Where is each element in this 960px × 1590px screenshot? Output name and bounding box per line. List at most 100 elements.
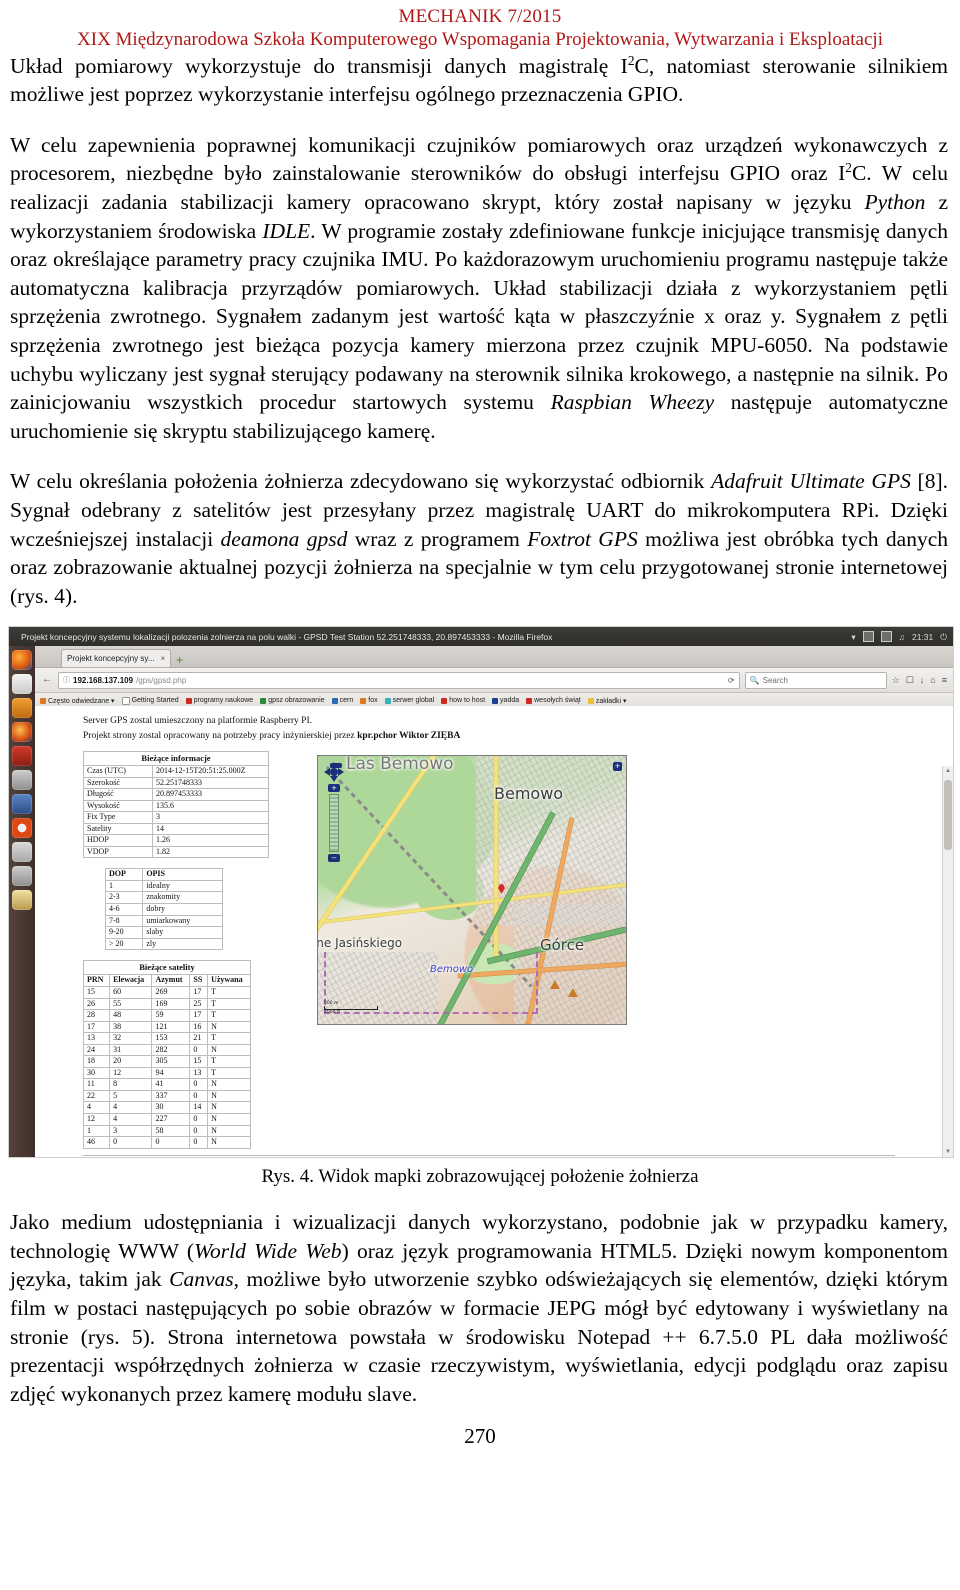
tab-gpsd-page[interactable]: Projekt koncepcyjny sy... × <box>61 649 172 668</box>
bookmark-item[interactable]: zakładki ▾ <box>587 697 627 705</box>
launcher-firefox2-icon[interactable] <box>12 722 32 743</box>
bookmark-item[interactable]: Często odwiedzane ▾ <box>40 697 115 705</box>
bookmark-item[interactable]: serwer global <box>384 697 434 704</box>
satellite-cell: 48 <box>109 1009 153 1022</box>
satellite-column-header: Używana <box>207 974 251 987</box>
tab-close-icon[interactable]: × <box>160 654 165 663</box>
keyboard-layout-icon[interactable] <box>862 631 874 643</box>
bookmark-star-icon[interactable]: ☆ <box>892 675 900 686</box>
bookmark-label: Często odwiedzane ▾ <box>48 697 115 705</box>
new-tab-icon[interactable]: + <box>176 653 183 667</box>
info-value: 52.251748333 <box>152 776 269 790</box>
search-icon: 🔍 <box>749 675 760 685</box>
web-page-content: Server GPS zostal umieszczony na platfor… <box>35 706 943 1157</box>
pan-down-icon[interactable] <box>330 775 338 782</box>
satellite-cell: 24 <box>82 1043 111 1057</box>
satellites-body: 15 60 269 17 T 26 55 169 25 T 28 48 59 17 T 17 38 121 16 N 1… <box>82 985 251 1149</box>
satellite-cell: 17 <box>189 985 209 999</box>
i2c-superscript-2: 2 <box>845 160 852 176</box>
satellite-cell: 60 <box>109 985 153 999</box>
launcher-archive-icon[interactable] <box>12 746 32 767</box>
power-icon[interactable]: ⏻ <box>940 633 947 642</box>
battery-icon[interactable] <box>880 631 892 643</box>
satellite-cell: T <box>207 1066 251 1080</box>
satellite-column-header: PRN <box>82 974 111 987</box>
zoom-slider-track[interactable] <box>329 762 342 852</box>
url-path: /gps/gpsd.php <box>136 675 187 685</box>
launcher-books-icon[interactable] <box>12 890 32 911</box>
launcher-software-center-icon[interactable] <box>12 818 32 839</box>
site-identity-icon[interactable]: ⓘ <box>63 675 70 685</box>
table-row: 12 4 227 0 N <box>82 1113 251 1126</box>
satellite-cell: 41 <box>151 1078 191 1091</box>
clock-label[interactable]: 21:31 <box>912 633 933 642</box>
search-placeholder: Search <box>762 675 788 685</box>
scroll-up-icon[interactable]: ▲ <box>945 768 951 774</box>
table-row: 13 32 153 21 T <box>82 1032 251 1045</box>
satellite-cell: N <box>207 1136 251 1149</box>
satellite-cell: 4 <box>82 1101 111 1114</box>
launcher-terminal-icon[interactable] <box>12 698 32 719</box>
search-bar[interactable]: 🔍 Search <box>744 671 887 689</box>
bookmark-item[interactable]: gpsz obrazowanie <box>260 697 325 704</box>
unity-launcher[interactable] <box>9 646 35 1158</box>
back-button-icon[interactable]: ← <box>41 674 53 686</box>
launcher-firefox-icon[interactable] <box>12 650 32 671</box>
page-viewport: Server GPS zostal umieszczony na platfor… <box>35 706 953 1158</box>
satellite-cell: 20 <box>109 1055 153 1068</box>
satellite-cell: 0 <box>109 1136 153 1149</box>
bookmark-item[interactable]: yadda <box>492 697 519 704</box>
table-row: > 20 zly <box>104 937 223 951</box>
bookmark-item[interactable]: wesołych świąt <box>526 697 581 704</box>
left-column: Bieżące informacje Czas (UTC) 2014-12-15T… <box>82 743 279 1149</box>
openstreetmap-widget[interactable]: Las Bemowo Bemowo Górce zne Jasińskiego … <box>317 754 627 1025</box>
dop-cell: 1 <box>104 879 144 893</box>
bookmark-item[interactable]: programy naukowe <box>185 697 253 704</box>
volume-icon[interactable]: ♫ <box>899 633 905 642</box>
table-row: Długość 20.897453333 <box>83 788 269 801</box>
page-scrollbar[interactable]: ▲ ▼ <box>942 766 953 1158</box>
map-zoom-control[interactable]: + − <box>328 762 342 862</box>
bookmark-item[interactable]: cern <box>331 697 353 704</box>
satellite-cell: 0 <box>189 1124 209 1138</box>
zoom-out-button[interactable]: − <box>328 853 340 862</box>
wifi-icon[interactable]: ▾ <box>851 633 855 642</box>
address-bar[interactable]: ⓘ 192.168.137.109 /gps/gpsd.php ⟳ <box>58 671 740 689</box>
table-row: 4-6 dobry <box>104 903 223 916</box>
reload-icon[interactable]: ⟳ <box>728 676 735 685</box>
satellite-cell: 32 <box>109 1032 153 1045</box>
browser-chrome: Projekt koncepcyjny sy... × + ← ⓘ 192.16… <box>35 646 953 1158</box>
launcher-youtube-icon[interactable] <box>12 842 32 863</box>
bookmark-label: wesołych świąt <box>534 697 581 705</box>
info-key: HDOP <box>83 834 153 847</box>
launcher-misc-icon[interactable] <box>12 866 32 887</box>
map-poi-triangle-2 <box>568 987 578 997</box>
launcher-files-icon[interactable] <box>12 674 32 695</box>
satellite-cell: 0 <box>189 1089 209 1103</box>
page-columns: Bieżące informacje Czas (UTC) 2014-12-15T… <box>82 743 943 1149</box>
downloads-icon[interactable]: ↓ <box>920 675 925 685</box>
i2c-superscript-1: 2 <box>627 52 635 68</box>
zoom-slider-thumb[interactable] <box>330 762 342 768</box>
page-divider <box>83 1154 895 1156</box>
launcher-settings-icon[interactable] <box>12 794 32 815</box>
pan-center-icon[interactable] <box>330 767 338 776</box>
scroll-down-icon[interactable]: ▼ <box>945 1149 951 1155</box>
satellite-cell: T <box>207 1009 251 1022</box>
pan-right-icon[interactable] <box>338 767 344 776</box>
dop-body: 1 idealny 2-3 znakomity 4-6 dobry 7-8 umiarkowa… <box>104 879 223 951</box>
bookmark-item[interactable]: Getting Started <box>121 696 179 705</box>
launcher-text-editor-icon[interactable] <box>12 770 32 791</box>
article-content-bottom: Jako medium udostępniania i wizualizacji… <box>0 1208 960 1408</box>
home-icon[interactable]: ⌂ <box>930 675 935 685</box>
satellites-table: Bieżące satelity PRN Elewacja Azymut SS Używ… <box>82 960 251 1149</box>
bookmark-item[interactable]: fox <box>360 697 378 704</box>
menu-icon[interactable]: ≡ <box>942 675 947 685</box>
system-tray: ▾ ♫ 21:31 ⏻ <box>851 631 947 643</box>
satellite-cell: 28 <box>82 1009 111 1022</box>
reader-icon[interactable]: ☐ <box>906 675 914 686</box>
scrollbar-thumb[interactable] <box>944 780 952 851</box>
zoom-in-button[interactable]: + <box>328 783 340 792</box>
bookmark-item[interactable]: how to host <box>441 697 485 704</box>
map-layers-button[interactable]: + <box>613 761 622 771</box>
